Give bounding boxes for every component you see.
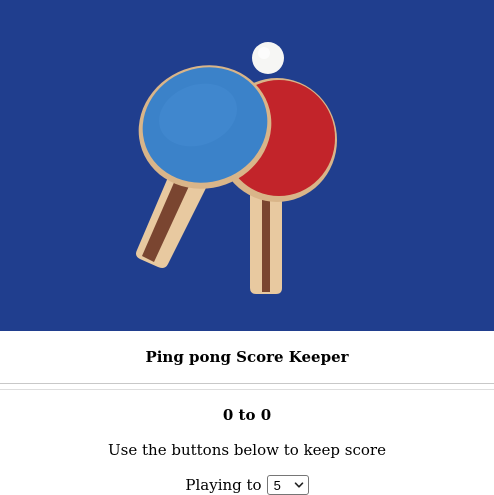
- score-separator: to: [238, 406, 256, 424]
- ping-pong-paddles-image: [0, 0, 494, 331]
- playing-to-label: Playing to: [185, 476, 262, 494]
- page-title: Ping pong Score Keeper: [145, 348, 349, 366]
- ping-pong-ball: [252, 42, 284, 74]
- winning-score-value: 5: [273, 477, 281, 493]
- hero-image: [0, 0, 494, 331]
- winning-score-select[interactable]: 5: [266, 475, 309, 495]
- playing-to-row: Playing to 5: [0, 475, 494, 495]
- divider: [0, 389, 494, 390]
- player2-score: 0: [260, 406, 272, 424]
- divider: [0, 383, 494, 384]
- chevron-down-icon: [294, 482, 303, 488]
- score-display: 0 to 0: [0, 406, 494, 424]
- instructions-text: Use the buttons below to keep score: [108, 441, 386, 459]
- player1-score: 0: [222, 406, 234, 424]
- app-header: Ping pong Score Keeper: [0, 331, 494, 383]
